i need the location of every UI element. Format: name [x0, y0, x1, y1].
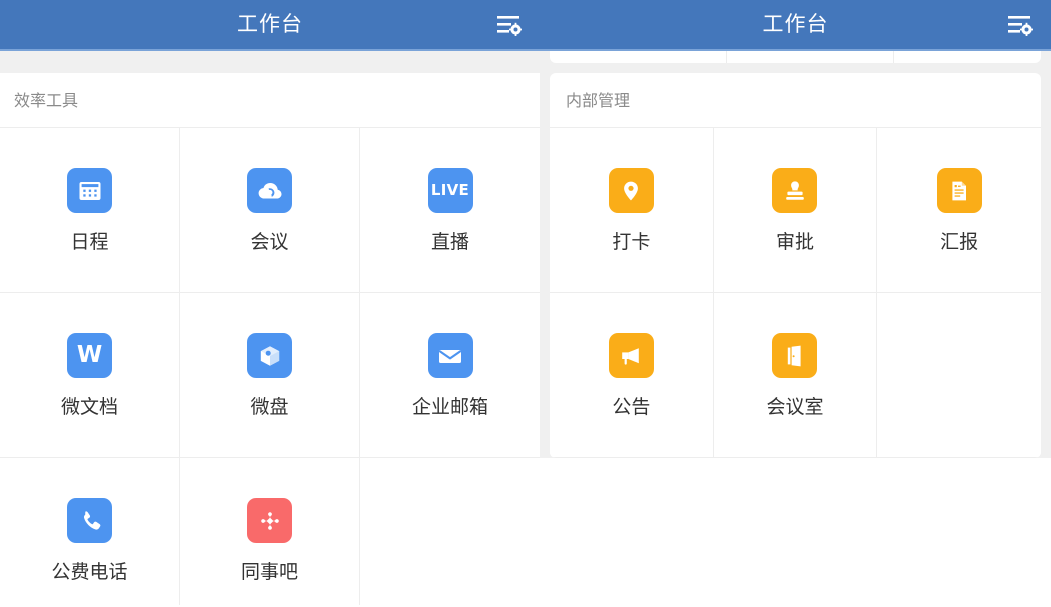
tile-empty-slot	[877, 293, 1041, 458]
tile-label: 公告	[612, 396, 651, 418]
tile-wedrive[interactable]: 微盘	[180, 293, 360, 458]
internal-management-grid: 打卡 审批 汇报 公告 会议室	[550, 127, 1041, 458]
tile-mail[interactable]: 企业邮箱	[360, 293, 540, 458]
right-bottom-filler	[540, 458, 1051, 605]
tile-meeting-room[interactable]: 会议室	[713, 293, 878, 458]
tile-empty-slot	[360, 458, 540, 605]
tile-announcement[interactable]: 公告	[550, 293, 714, 458]
envelope-icon	[427, 333, 473, 378]
tile-calendar[interactable]: 日程	[0, 128, 180, 293]
tile-label: 企业邮箱	[411, 396, 488, 418]
left-panel: 工作台 效率工具 日程 会议 LIVE 直播 W 微文档 微盘 企业邮箱 公费电…	[0, 0, 540, 607]
phone-icon	[67, 498, 112, 543]
tile-label: 会议	[250, 231, 289, 253]
megaphone-icon	[608, 333, 654, 378]
left-top-spacer	[0, 51, 540, 73]
colleague-circle-icon	[247, 498, 292, 543]
right-card-spacer	[540, 63, 1051, 73]
internal-management-card: 内部管理 打卡 审批 汇报 公告 会议室	[550, 73, 1041, 458]
tile-wedoc[interactable]: W 微文档	[0, 293, 180, 458]
calendar-icon	[67, 168, 112, 213]
cloud-meeting-icon	[247, 168, 292, 213]
wedoc-w-icon: W	[67, 333, 112, 378]
tile-label: 打卡	[612, 231, 651, 253]
left-appbar-title: 工作台	[237, 12, 303, 36]
live-badge-text: LIVE	[430, 181, 470, 199]
wedrive-cube-icon	[247, 333, 292, 378]
list-settings-icon[interactable]	[492, 10, 526, 40]
right-panel: 工作台 内部管理 打卡 审批 汇报 公告 会议室	[540, 0, 1051, 607]
tile-approval[interactable]: 审批	[713, 128, 878, 293]
list-settings-icon[interactable]	[1003, 10, 1037, 40]
tile-colleague[interactable]: 同事吧	[180, 458, 360, 605]
tile-phone[interactable]: 公费电话	[0, 458, 180, 605]
location-pin-icon	[608, 168, 654, 213]
efficiency-tools-title: 效率工具	[14, 91, 79, 110]
tile-label: 微盘	[250, 396, 289, 418]
efficiency-tools-card: 效率工具 日程 会议 LIVE 直播 W 微文档 微盘 企业邮箱 公费电话 同事…	[0, 73, 540, 605]
tile-report[interactable]: 汇报	[877, 128, 1041, 293]
tile-label: 公费电话	[51, 561, 128, 583]
door-icon	[772, 333, 818, 378]
tile-checkin[interactable]: 打卡	[550, 128, 714, 293]
previous-card-remnant	[550, 51, 1041, 63]
right-appbar: 工作台	[540, 0, 1051, 51]
tile-label: 汇报	[940, 231, 979, 253]
left-scroll-body[interactable]: 效率工具 日程 会议 LIVE 直播 W 微文档 微盘 企业邮箱 公费电话 同事…	[0, 51, 540, 605]
tile-label: 同事吧	[240, 561, 298, 583]
left-appbar: 工作台	[0, 0, 540, 51]
tile-label: 会议室	[766, 396, 824, 418]
tile-label: 审批	[775, 231, 814, 253]
efficiency-tools-grid: 日程 会议 LIVE 直播 W 微文档 微盘 企业邮箱 公费电话 同事吧	[0, 127, 540, 605]
tile-label: 直播	[430, 231, 469, 253]
right-appbar-title: 工作台	[762, 12, 829, 36]
stamp-icon	[772, 168, 818, 213]
right-scroll-body[interactable]: 内部管理 打卡 审批 汇报 公告 会议室	[540, 51, 1051, 605]
tile-label: 微文档	[60, 396, 118, 418]
live-badge-icon: LIVE	[427, 168, 473, 213]
report-doc-icon	[936, 168, 982, 213]
tile-meeting[interactable]: 会议	[180, 128, 360, 293]
wedoc-w-text: W	[76, 342, 103, 368]
internal-management-title: 内部管理	[566, 91, 631, 110]
dual-screenshot-container: 工作台 效率工具 日程 会议 LIVE 直播 W 微文档 微盘 企业邮箱 公费电…	[0, 0, 1051, 607]
tile-live[interactable]: LIVE 直播	[360, 128, 540, 293]
tile-label: 日程	[70, 231, 109, 253]
